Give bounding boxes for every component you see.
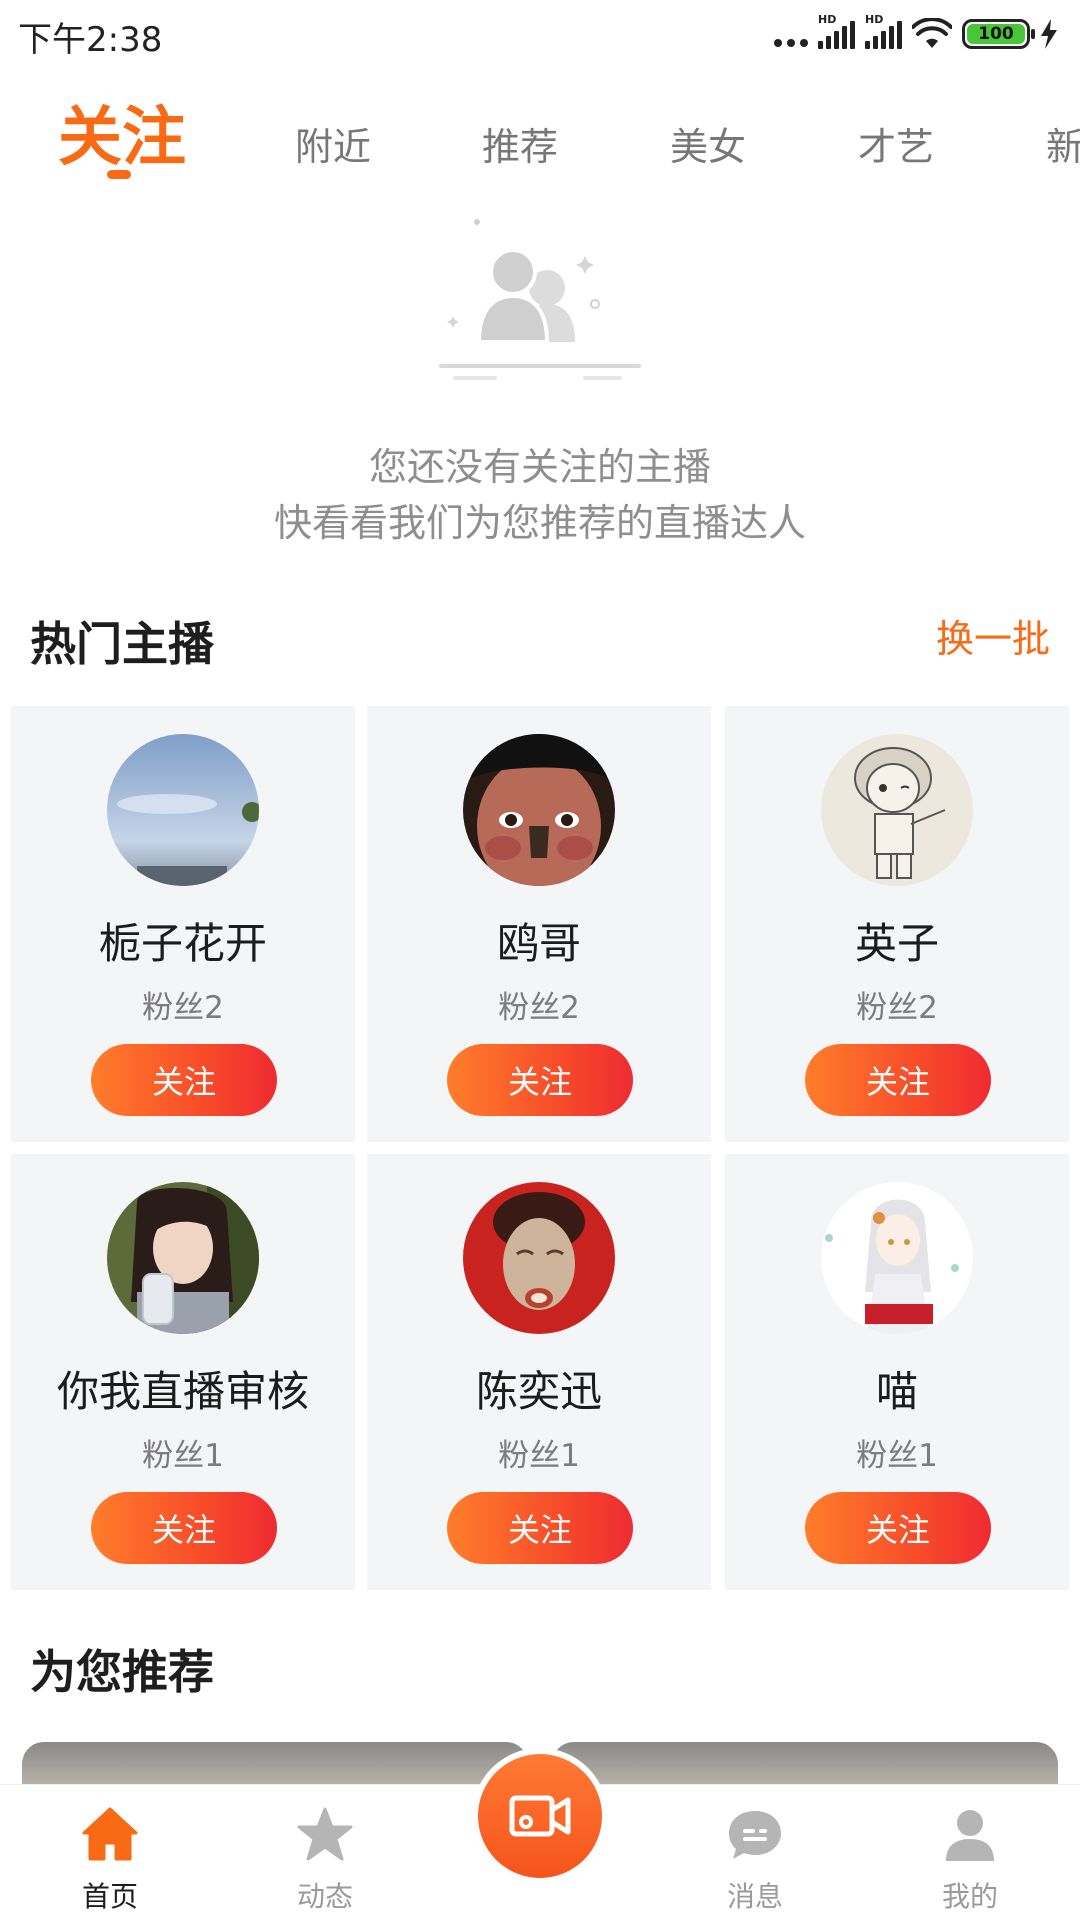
anchor-name: 喵 xyxy=(875,1367,918,1416)
anchor-card[interactable]: 栀子花开 粉丝2 关注 xyxy=(11,706,355,1142)
avatar[interactable] xyxy=(463,734,615,886)
nav-label: 动态 xyxy=(296,1880,353,1913)
anchor-name: 你我直播审核 xyxy=(56,1367,309,1416)
anchor-name: 陈奕迅 xyxy=(475,1367,602,1416)
anchor-fans-count: 粉丝1 xyxy=(498,1438,580,1474)
hd-label: HD xyxy=(818,13,837,26)
anchor-fans-count: 粉丝2 xyxy=(498,990,580,1026)
tab-follow[interactable]: 关注 xyxy=(58,86,186,178)
nav-label: 我的 xyxy=(941,1880,998,1913)
empty-message-subtitle: 快看看我们为您推荐的直播达人 xyxy=(273,501,806,545)
tab-nearby[interactable]: 附近 xyxy=(295,116,371,171)
anchor-card[interactable]: 你我直播审核 粉丝1 关注 xyxy=(11,1154,355,1590)
wifi-icon xyxy=(912,18,952,48)
anchor-name: 鸥哥 xyxy=(496,919,581,968)
avatar[interactable] xyxy=(821,734,973,886)
anchor-name: 英子 xyxy=(854,919,939,968)
hd-label-2: HD xyxy=(865,13,884,26)
charging-icon xyxy=(1041,19,1057,49)
battery-icon: 100 xyxy=(962,19,1035,49)
anchor-fans-count: 粉丝1 xyxy=(856,1438,938,1474)
follow-button[interactable]: 关注 xyxy=(447,1492,633,1564)
follow-button[interactable]: 关注 xyxy=(91,1492,277,1564)
more-dots-icon xyxy=(774,21,808,47)
tab-active-indicator xyxy=(107,170,131,179)
video-camera-icon xyxy=(509,1795,571,1837)
recommend-title: 为您推荐 xyxy=(30,1645,214,1699)
anchor-card[interactable]: 鸥哥 粉丝2 关注 xyxy=(367,706,711,1142)
anchor-name: 栀子花开 xyxy=(98,919,267,968)
tab-beauty[interactable]: 美女 xyxy=(670,116,746,171)
anchor-fans-count: 粉丝2 xyxy=(142,990,224,1026)
anchor-card[interactable]: 喵 粉丝1 关注 xyxy=(725,1154,1069,1590)
home-icon xyxy=(82,1807,138,1861)
users-empty-icon xyxy=(439,219,641,380)
avatar[interactable] xyxy=(107,1182,259,1334)
status-icons: HD HD 100 xyxy=(774,13,1058,54)
nav-profile[interactable]: 我的 xyxy=(900,1785,1040,1920)
start-live-button[interactable] xyxy=(472,1748,608,1884)
avatar[interactable] xyxy=(107,734,259,886)
follow-button[interactable]: 关注 xyxy=(805,1492,991,1564)
status-bar: 下午2:38 HD HD 100 xyxy=(0,0,1080,70)
anchor-fans-count: 粉丝1 xyxy=(142,1438,224,1474)
nav-label: 消息 xyxy=(726,1880,783,1913)
nav-label: 首页 xyxy=(81,1880,138,1913)
message-icon xyxy=(729,1811,781,1859)
follow-button[interactable]: 关注 xyxy=(447,1044,633,1116)
signal-icon: HD xyxy=(818,13,855,49)
follow-button[interactable]: 关注 xyxy=(91,1044,277,1116)
avatar[interactable] xyxy=(463,1182,615,1334)
refresh-button[interactable]: 换一批 xyxy=(936,608,1050,663)
tab-new[interactable]: 新 xyxy=(1046,116,1080,171)
anchor-fans-count: 粉丝2 xyxy=(856,990,938,1026)
nav-home[interactable]: 首页 xyxy=(40,1785,180,1920)
hot-anchors-title: 热门主播 xyxy=(30,617,214,671)
profile-icon xyxy=(946,1810,994,1861)
category-tabs: 关注 附近 推荐 美女 才艺 新 xyxy=(0,70,1080,190)
battery-level: 100 xyxy=(967,24,1025,44)
nav-messages[interactable]: 消息 xyxy=(685,1785,825,1920)
empty-message-title: 您还没有关注的主播 xyxy=(368,445,711,489)
status-time: 下午2:38 xyxy=(18,20,163,60)
nav-moments[interactable]: 动态 xyxy=(255,1785,395,1920)
signal-icon-2: HD xyxy=(865,13,902,49)
avatar[interactable] xyxy=(821,1182,973,1334)
tab-recommend[interactable]: 推荐 xyxy=(482,116,558,171)
tab-talent[interactable]: 才艺 xyxy=(858,116,934,171)
follow-button[interactable]: 关注 xyxy=(805,1044,991,1116)
star-icon xyxy=(297,1807,353,1861)
anchor-card[interactable]: 陈奕迅 粉丝1 关注 xyxy=(367,1154,711,1590)
anchor-card[interactable]: 英子 粉丝2 关注 xyxy=(725,706,1069,1142)
